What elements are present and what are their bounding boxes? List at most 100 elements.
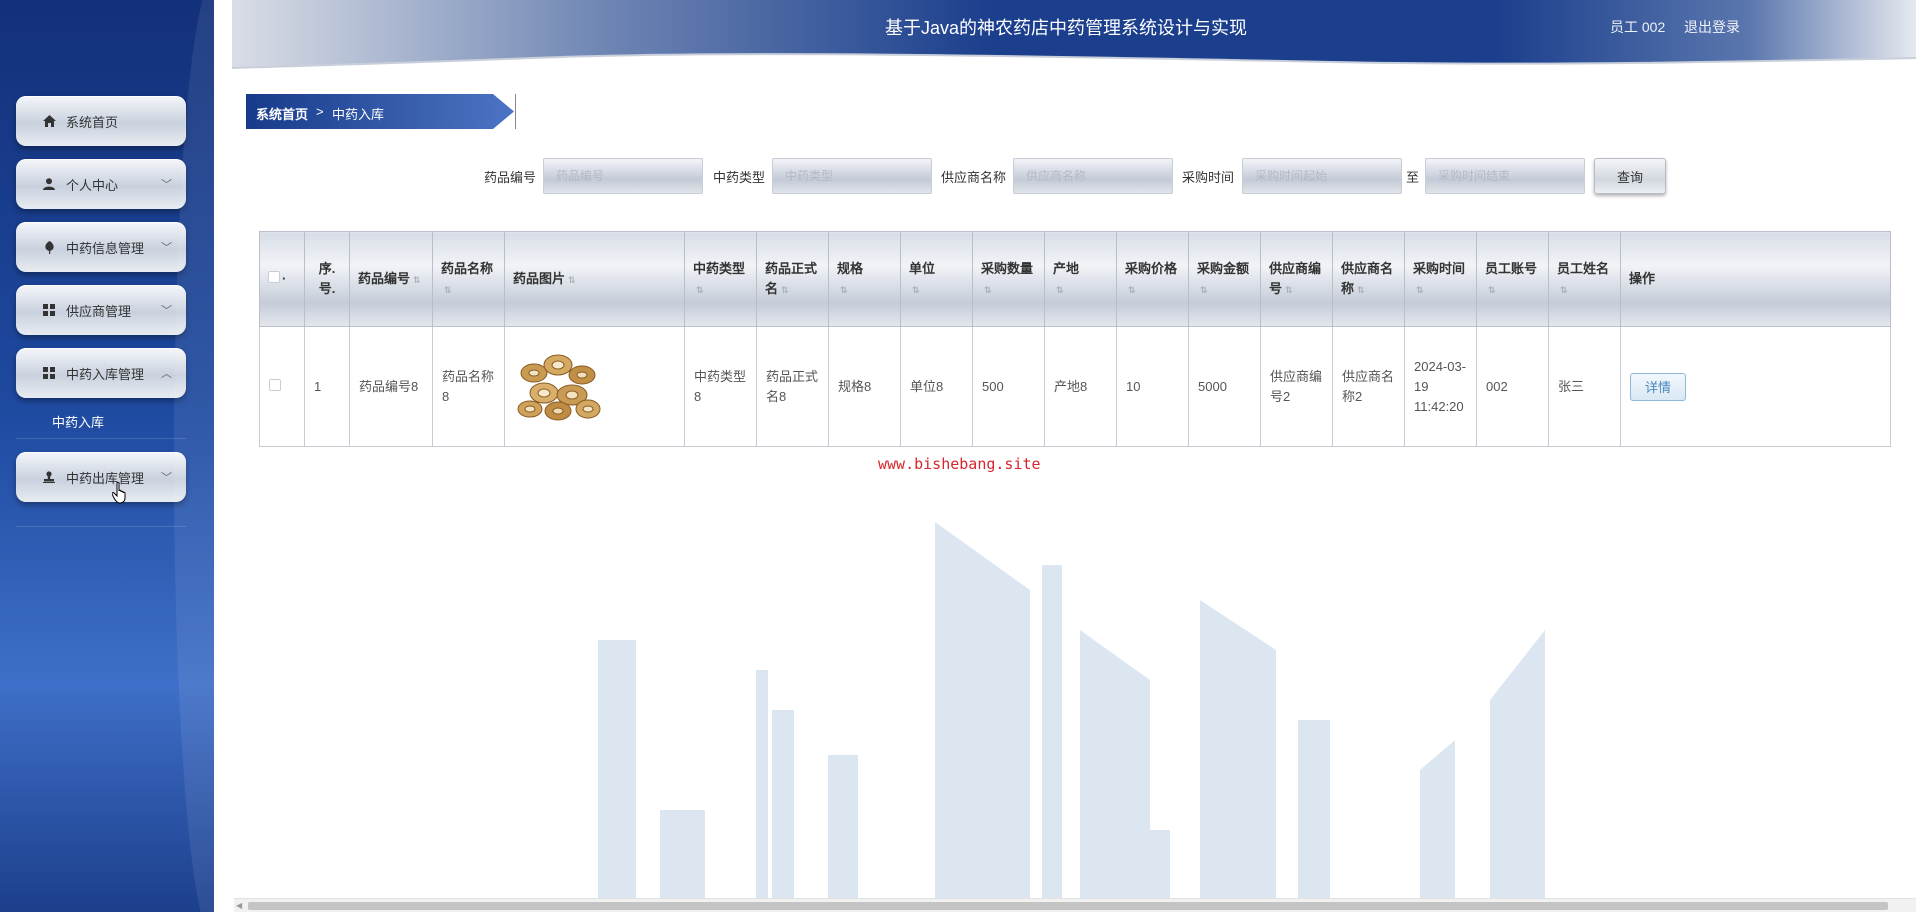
hand-cursor-icon	[112, 482, 126, 504]
cell-spec: 规格8	[828, 326, 901, 447]
sort-icon[interactable]: ⇅	[444, 285, 452, 295]
sort-icon[interactable]: ⇅	[1128, 285, 1136, 295]
cell-staff-name: 张三	[1548, 326, 1621, 447]
sidebar-item-supplier[interactable]: 供应商管理 ﹀	[16, 285, 186, 335]
sidebar-item-label: 系统首页	[66, 114, 119, 130]
col-header-staff-name[interactable]: 员工姓名 ⇅	[1548, 231, 1621, 327]
scroll-left-arrow-icon[interactable]: ◀	[236, 901, 242, 910]
col-header-unit[interactable]: 单位 ⇅	[900, 231, 973, 327]
logout-link[interactable]: 退出登录	[1684, 17, 1740, 37]
horizontal-scrollbar[interactable]: ◀	[234, 898, 1916, 912]
submenu-item-label: 中药入库	[52, 415, 105, 430]
chevron-down-icon: ﹀	[161, 472, 172, 484]
sort-icon[interactable]: ⇅	[1488, 285, 1496, 295]
detail-button[interactable]: 详情	[1630, 372, 1686, 401]
col-header-formal-name[interactable]: 药品正式名 ⇅	[756, 231, 829, 327]
cell-price: 10	[1116, 326, 1189, 447]
chevron-down-icon: ﹀	[161, 242, 172, 254]
sidebar-item-herb-stock-in[interactable]: 中药入库管理 ︿	[16, 348, 186, 398]
sidebar-divider	[16, 526, 186, 527]
sort-icon[interactable]: ⇅	[696, 285, 704, 295]
cell-index: 1	[304, 326, 350, 447]
col-header-actions: 操作	[1620, 231, 1891, 327]
sort-icon[interactable]: ⇅	[1560, 285, 1568, 295]
sort-icon[interactable]: ⇅	[1285, 285, 1293, 295]
cell-drug-name: 药品名称8	[432, 326, 505, 447]
herb-type-label: 中药类型	[713, 170, 766, 185]
query-button[interactable]: 查询	[1594, 158, 1666, 194]
sort-icon[interactable]: ⇅	[781, 285, 789, 295]
sidebar-item-home[interactable]: 系统首页	[16, 96, 186, 146]
cell-actions: 详情	[1620, 326, 1891, 447]
col-header-amount[interactable]: 采购金额 ⇅	[1188, 231, 1261, 327]
cell-drug-image	[504, 326, 685, 447]
purchase-time-end-input[interactable]	[1425, 158, 1585, 194]
current-user-label: 员工 002	[1610, 19, 1666, 35]
sidebar-item-herb-stock-out[interactable]: 中药出库管理 ﹀	[16, 452, 186, 502]
sort-icon[interactable]: ⇅	[1416, 285, 1424, 295]
select-all-header[interactable]: ·	[259, 231, 305, 327]
sort-icon[interactable]: ⇅	[568, 275, 576, 285]
col-header-price[interactable]: 采购价格 ⇅	[1116, 231, 1189, 327]
supplier-name-input[interactable]	[1013, 158, 1173, 194]
sort-icon[interactable]: ⇅	[840, 285, 848, 295]
col-header-drug-name[interactable]: 药品名称 ⇅	[432, 231, 505, 327]
col-header-index: 序.号.	[304, 231, 350, 327]
col-header-supplier-no[interactable]: 供应商编号 ⇅	[1260, 231, 1333, 327]
herb-type-input[interactable]	[772, 158, 932, 194]
col-header-drug-no[interactable]: 药品编号 ⇅	[349, 231, 433, 327]
purchase-time-label: 采购时间	[1182, 170, 1235, 185]
col-header-qty[interactable]: 采购数量 ⇅	[972, 231, 1045, 327]
sidebar-item-herb-info[interactable]: 中药信息管理 ﹀	[16, 222, 186, 272]
drug-no-input[interactable]	[543, 158, 703, 194]
breadcrumb-home-link[interactable]: 系统首页	[256, 104, 308, 123]
select-all-checkbox[interactable]	[268, 271, 280, 283]
sort-icon[interactable]: ⇅	[413, 275, 421, 285]
col-header-staff-account[interactable]: 员工账号 ⇅	[1476, 231, 1549, 327]
cell-origin: 产地8	[1044, 326, 1117, 447]
grid-icon	[42, 303, 56, 317]
sidebar-item-label: 供应商管理	[66, 303, 132, 319]
header: 基于Java的神农药店中药管理系统设计与实现 员工 002 退出登录	[232, 0, 1916, 70]
row-checkbox[interactable]	[269, 378, 281, 391]
home-icon	[42, 114, 56, 128]
sort-icon[interactable]: ⇅	[1200, 285, 1208, 295]
stamp-icon	[42, 470, 56, 484]
sort-icon[interactable]: ⇅	[1357, 285, 1365, 295]
stock-in-table: · 序.号. 药品编号 ⇅ 药品名称 ⇅ 药品图片 ⇅ 中药类型 ⇅ 药品正式名 ⇅ 规格…	[259, 231, 1891, 447]
drug-no-label: 药品编号	[484, 170, 537, 185]
col-header-origin[interactable]: 产地 ⇅	[1044, 231, 1117, 327]
sidebar-item-label: 中药出库管理	[66, 470, 145, 486]
col-header-purchase-time[interactable]: 采购时间 ⇅	[1404, 231, 1477, 327]
search-bar: 药品编号 中药类型 供应商名称 采购时间 至 查询	[0, 158, 1916, 194]
col-header-supplier-name[interactable]: 供应商名称 ⇅	[1332, 231, 1405, 327]
row-select-cell[interactable]	[259, 326, 305, 447]
sort-icon[interactable]: ⇅	[984, 285, 992, 295]
cell-amount: 5000	[1188, 326, 1261, 447]
col-header-spec[interactable]: 规格 ⇅	[828, 231, 901, 327]
chevron-down-icon: ﹀	[161, 305, 172, 317]
purchase-time-start-input[interactable]	[1242, 158, 1402, 194]
breadcrumb-separator: >	[316, 104, 324, 119]
cell-supplier-no: 供应商编号2	[1260, 326, 1333, 447]
cell-unit: 单位8	[900, 326, 973, 447]
sort-icon[interactable]: ⇅	[912, 285, 920, 295]
range-separator: 至	[1406, 170, 1420, 185]
chevron-up-icon: ︿	[161, 368, 172, 380]
scrollbar-thumb[interactable]	[248, 902, 1888, 910]
sidebar-item-label: 中药信息管理	[66, 240, 145, 256]
submenu-item-herb-stock-in[interactable]: 中药入库	[16, 405, 186, 439]
herb-image	[514, 350, 606, 423]
sort-icon[interactable]: ⇅	[1056, 285, 1064, 295]
cell-drug-no: 药品编号8	[349, 326, 433, 447]
col-header-drug-image[interactable]: 药品图片 ⇅	[504, 231, 685, 327]
col-header-herb-type[interactable]: 中药类型 ⇅	[684, 231, 757, 327]
cell-formal-name: 药品正式名8	[756, 326, 829, 447]
breadcrumb: 系统首页 > 中药入库	[246, 94, 516, 129]
cell-supplier-name: 供应商名称2	[1332, 326, 1405, 447]
cell-staff-account: 002	[1476, 326, 1549, 447]
table-header-row: · 序.号. 药品编号 ⇅ 药品名称 ⇅ 药品图片 ⇅ 中药类型 ⇅ 药品正式名 ⇅ 规格…	[259, 231, 1891, 327]
city-background-illustration	[598, 522, 1545, 900]
breadcrumb-current: 中药入库	[332, 107, 385, 122]
sidebar: 系统首页 个人中心 ﹀ 中药信息管理 ﹀ 供应商管理 ﹀ 中药入库管理 ︿ 中药…	[0, 0, 214, 912]
